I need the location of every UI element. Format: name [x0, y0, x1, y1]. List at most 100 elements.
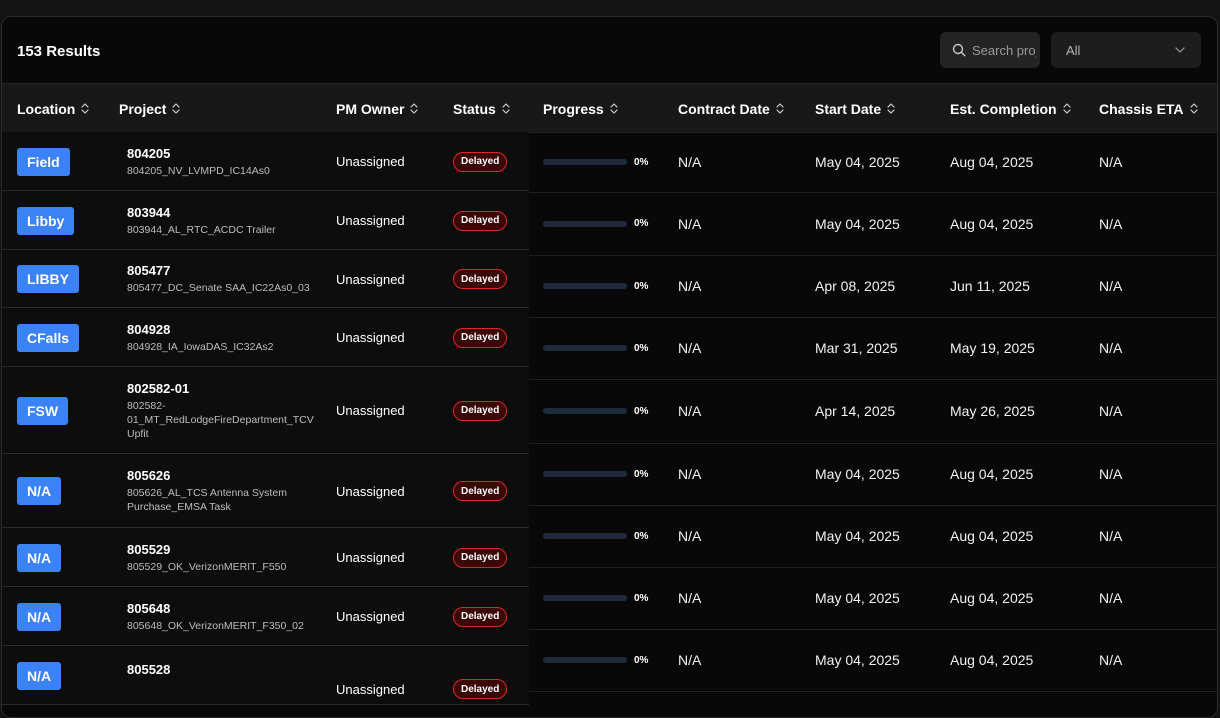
- sort-icon: [776, 103, 784, 114]
- project-name: 805648_OK_VerizonMERIT_F350_02: [127, 619, 304, 632]
- progress-bar: [543, 595, 627, 601]
- status-badge: Delayed: [453, 210, 508, 231]
- pm-owner: Unassigned: [336, 330, 405, 345]
- chassis-eta: N/A: [1099, 278, 1123, 294]
- column-label: Location: [17, 100, 76, 117]
- search-icon: [952, 43, 966, 57]
- project-id: 805648: [127, 600, 171, 616]
- location-badge[interactable]: N/A: [17, 602, 62, 631]
- sort-icon: [1189, 103, 1198, 114]
- chassis-eta-cell: N/A: [1099, 401, 1122, 421]
- progress-cell: 0%: [543, 214, 648, 234]
- column-label: Chassis ETA: [1099, 100, 1184, 117]
- project-name: 802582-01_MT_RedLodgeFireDepartment_TCV …: [127, 399, 314, 440]
- contract-date: N/A: [678, 466, 702, 482]
- location-cell: LIBBY: [17, 265, 79, 293]
- column-header-status[interactable]: Status: [453, 84, 510, 133]
- contract-date: N/A: [678, 590, 702, 606]
- est-completion: Aug 04, 2025: [950, 215, 1034, 232]
- location-badge[interactable]: Libby: [17, 206, 75, 235]
- start-date-cell: May 04, 2025: [815, 152, 900, 172]
- start-date: May 04, 2025: [815, 466, 900, 482]
- location-badge[interactable]: N/A: [17, 477, 62, 505]
- project-cell[interactable]: 804928 804928_IA_IowaDAS_IC32As2: [127, 308, 317, 367]
- project-id: 805477: [127, 263, 171, 278]
- project-cell[interactable]: 803944 803944_AL_RTC_ACDC Trailer: [127, 191, 317, 250]
- sort-icon: [502, 103, 510, 114]
- pm-owner-cell: Unassigned: [336, 308, 405, 367]
- location-badge[interactable]: FSW: [17, 396, 69, 425]
- column-header-est-completion[interactable]: Est. Completion: [950, 84, 1071, 133]
- project-cell[interactable]: 804205 804205_NV_LVMPD_IC14As0: [127, 132, 317, 191]
- progress-percent: 0%: [634, 405, 649, 417]
- location-badge[interactable]: N/A: [17, 543, 62, 572]
- contract-date-cell: N/A: [678, 401, 701, 421]
- column-header-chassis-eta[interactable]: Chassis ETA: [1099, 84, 1198, 133]
- column-header-location[interactable]: Location: [17, 84, 89, 133]
- start-date-cell: May 04, 2025: [815, 464, 900, 484]
- project-name: 803944_AL_RTC_ACDC Trailer: [127, 223, 276, 236]
- status-badge: Delayed: [453, 481, 508, 501]
- status-cell: Delayed: [453, 528, 508, 587]
- progress-bar: [543, 220, 627, 227]
- column-header-pm-owner[interactable]: PM Owner: [336, 84, 419, 133]
- pm-owner: Unassigned: [336, 213, 405, 228]
- column-label: Progress: [543, 100, 604, 117]
- status-cell: Delayed: [453, 587, 508, 646]
- progress-bar: [543, 345, 627, 351]
- search-box[interactable]: [940, 32, 1040, 68]
- location-badge[interactable]: Field: [17, 147, 70, 176]
- est-completion: Aug 04, 2025: [950, 652, 1034, 668]
- start-date: May 04, 2025: [815, 528, 900, 544]
- progress-cell: 0%: [543, 152, 648, 172]
- project-cell[interactable]: 805626 805626_AL_TCS Antenna System Purch…: [127, 454, 317, 528]
- project-info: 805529 805529_OK_VerizonMERIT_F550: [127, 542, 286, 574]
- project-cell[interactable]: 805648 805648_OK_VerizonMERIT_F350_02: [127, 587, 317, 646]
- filter-select[interactable]: All: [1051, 32, 1201, 68]
- project-cell[interactable]: 805529 805529_OK_VerizonMERIT_F550: [127, 528, 317, 587]
- project-id: 805626: [127, 468, 171, 483]
- table-header: Location Project PM Owner Status Progres…: [2, 83, 1217, 133]
- start-date: Apr 08, 2025: [815, 278, 896, 294]
- start-date-cell: May 04, 2025: [815, 588, 900, 608]
- projects-panel: 153 Results All Location Project PM Owne…: [1, 16, 1218, 718]
- chassis-eta: N/A: [1099, 403, 1123, 419]
- search-input[interactable]: [972, 42, 1036, 58]
- project-info: 805626 805626_AL_TCS Antenna System Purch…: [127, 468, 317, 514]
- project-cell[interactable]: 805477 805477_DC_Senate SAA_IC22As0_03: [127, 250, 317, 308]
- progress-cell: 0%: [543, 464, 648, 484]
- sort-icon: [610, 103, 618, 114]
- project-id: 805529: [127, 541, 171, 557]
- chassis-eta: N/A: [1099, 215, 1123, 232]
- est-completion: May 19, 2025: [950, 340, 1035, 356]
- column-label: Status: [453, 100, 496, 117]
- pm-owner-cell: Unassigned: [336, 132, 405, 191]
- sort-icon: [81, 103, 89, 114]
- column-header-start-date[interactable]: Start Date: [815, 84, 895, 133]
- est-completion: Jun 11, 2025: [950, 278, 1030, 294]
- column-header-project[interactable]: Project: [119, 84, 181, 133]
- progress-percent: 0%: [634, 468, 649, 480]
- sort-icon: [410, 103, 419, 114]
- pm-owner-cell: Unassigned: [336, 367, 405, 454]
- chassis-eta: N/A: [1099, 590, 1123, 606]
- column-header-contract-date[interactable]: Contract Date: [678, 84, 784, 133]
- sort-icon: [887, 103, 895, 114]
- est-completion: Aug 04, 2025: [950, 154, 1034, 170]
- column-header-progress[interactable]: Progress: [543, 84, 618, 133]
- project-id: 805528: [127, 662, 171, 677]
- progress-indicator: 0%: [543, 469, 648, 480]
- progress-bar: [543, 283, 627, 289]
- status-badge: Delayed: [453, 679, 508, 699]
- chassis-eta-cell: N/A: [1099, 650, 1122, 670]
- project-cell[interactable]: 802582-01 802582-01_MT_RedLodgeFireDepart…: [127, 367, 317, 454]
- pm-owner: Unassigned: [336, 154, 405, 169]
- pm-owner-cell: Unassigned: [336, 250, 405, 308]
- location-badge[interactable]: CFalls: [17, 323, 80, 352]
- progress-indicator: 0%: [543, 343, 648, 354]
- pm-owner: Unassigned: [336, 483, 405, 499]
- location-cell: N/A: [17, 543, 62, 572]
- start-date: May 04, 2025: [815, 215, 900, 232]
- est-completion-cell: Aug 04, 2025: [950, 526, 1033, 546]
- location-badge[interactable]: LIBBY: [17, 265, 79, 293]
